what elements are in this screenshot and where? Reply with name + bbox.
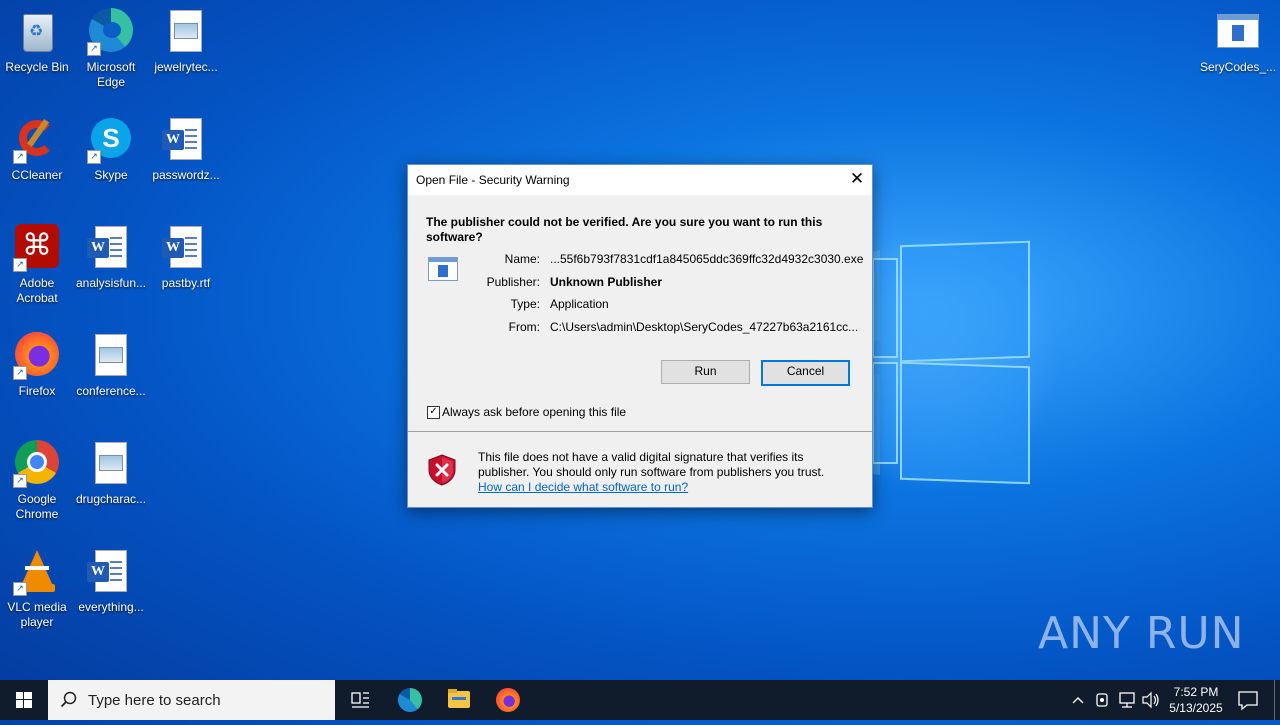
desktop-icon-label: jewelrytec... bbox=[154, 60, 218, 74]
desktop-icon-label: drugcharac... bbox=[75, 492, 147, 506]
file-explorer-icon[interactable] bbox=[435, 680, 483, 720]
word-doc-icon: W bbox=[87, 548, 135, 596]
firefox-taskbar-icon[interactable] bbox=[484, 680, 532, 720]
show-hidden-icons-chevron-icon[interactable] bbox=[1066, 680, 1090, 720]
word-doc-icon: W bbox=[162, 224, 210, 272]
task-view-icon[interactable] bbox=[336, 680, 384, 720]
windows-logo-icon bbox=[16, 692, 32, 708]
desktop-icon-label: SeryCodes_... bbox=[1200, 60, 1277, 74]
desktop-icon-label: CCleaner bbox=[11, 168, 63, 182]
word-doc-icon: W bbox=[87, 224, 135, 272]
word-doc-icon: W bbox=[162, 116, 210, 164]
desktop-icon-label: pastby.rtf bbox=[161, 276, 211, 290]
desktop-icon-ccleaner[interactable]: ↗ CCleaner bbox=[0, 116, 74, 183]
desktop-icon-google-chrome[interactable]: ↗ Google Chrome bbox=[0, 440, 74, 522]
from-value: C:\Users\admin\Desktop\SeryCodes_47227b6… bbox=[550, 320, 859, 334]
desktop-icon-label: Microsoft Edge bbox=[86, 60, 136, 89]
always-ask-label[interactable]: Always ask before opening this file bbox=[442, 405, 626, 419]
desktop-icon-label: Adobe Acrobat bbox=[16, 276, 58, 305]
shortcut-arrow-icon: ↗ bbox=[13, 150, 27, 164]
anyrun-watermark: ANY RUN bbox=[1038, 608, 1245, 659]
image-file-icon bbox=[162, 8, 210, 56]
type-label: Type: bbox=[510, 297, 540, 311]
desktop-icon-label: Google Chrome bbox=[15, 492, 59, 521]
edge-icon: ↗ bbox=[87, 8, 135, 56]
taskbar: Type here to search 7:52 PM 5/13/2025 bbox=[0, 680, 1280, 720]
vlc-icon: ↗ bbox=[13, 548, 61, 596]
warning-message: This file does not have a valid digital … bbox=[478, 450, 848, 495]
recycle-bin-icon: ♻ bbox=[13, 8, 61, 56]
desktop-icon-jewelrytec[interactable]: jewelrytec... bbox=[149, 8, 223, 75]
from-label: From: bbox=[508, 320, 540, 334]
start-button[interactable] bbox=[0, 680, 48, 720]
desktop-icon-passwordz[interactable]: W passwordz... bbox=[149, 116, 223, 183]
edge-taskbar-icon[interactable] bbox=[386, 680, 434, 720]
shortcut-arrow-icon: ↗ bbox=[13, 582, 27, 596]
firefox-icon: ↗ bbox=[13, 332, 61, 380]
desktop-icon-everything[interactable]: W everything... bbox=[74, 548, 148, 615]
type-value: Application bbox=[550, 297, 609, 311]
desktop-icon-serycodes[interactable]: SeryCodes_... bbox=[1200, 8, 1277, 75]
desktop-icon-microsoft-edge[interactable]: ↗ Microsoft Edge bbox=[74, 8, 148, 90]
desktop-icon-drugcharac[interactable]: drugcharac... bbox=[74, 440, 148, 507]
shortcut-arrow-icon: ↗ bbox=[13, 366, 27, 380]
search-icon bbox=[60, 691, 77, 708]
show-desktop-divider[interactable] bbox=[1274, 680, 1275, 720]
app-exe-icon bbox=[1213, 8, 1261, 56]
desktop-icon-firefox[interactable]: ↗ Firefox bbox=[0, 332, 74, 399]
desktop-icon-conference[interactable]: conference... bbox=[74, 332, 148, 399]
shortcut-arrow-icon: ↗ bbox=[87, 150, 101, 164]
publisher-label: Publisher: bbox=[486, 275, 540, 289]
image-file-icon bbox=[87, 332, 135, 380]
help-link[interactable]: How can I decide what software to run? bbox=[478, 480, 688, 494]
publisher-value: Unknown Publisher bbox=[550, 275, 663, 289]
shortcut-arrow-icon: ↗ bbox=[87, 42, 101, 56]
desktop-icon-skype[interactable]: S ↗ Skype bbox=[74, 116, 148, 183]
ccleaner-icon: ↗ bbox=[13, 116, 61, 164]
warning-panel: This file does not have a valid digital … bbox=[408, 432, 872, 507]
chrome-icon: ↗ bbox=[13, 440, 61, 488]
always-ask-checkbox[interactable]: ✓ bbox=[427, 406, 440, 419]
desktop-icon-label: conference... bbox=[76, 384, 146, 398]
image-file-icon bbox=[87, 440, 135, 488]
desktop-icon-adobe-acrobat[interactable]: ⌘ ↗ Adobe Acrobat bbox=[0, 224, 74, 306]
close-icon[interactable]: ✕ bbox=[842, 165, 872, 195]
clock-date: 5/13/2025 bbox=[1169, 701, 1223, 715]
shield-warning-icon bbox=[428, 454, 456, 486]
shortcut-arrow-icon: ↗ bbox=[13, 474, 27, 488]
volume-icon[interactable] bbox=[1140, 680, 1162, 720]
desktop-icon-pastby[interactable]: W pastby.rtf bbox=[149, 224, 223, 291]
desktop-icon-label: everything... bbox=[78, 600, 144, 614]
desktop-icon-label: analysisfun... bbox=[75, 276, 147, 290]
desktop-icon-label: VLC media player bbox=[7, 600, 67, 629]
warning-text: This file does not have a valid digital … bbox=[478, 450, 825, 479]
run-button[interactable]: Run bbox=[661, 360, 750, 384]
shortcut-arrow-icon: ↗ bbox=[13, 258, 27, 272]
name-label: Name: bbox=[504, 252, 540, 266]
dialog-title-bar: Open File - Security Warning ✕ bbox=[408, 165, 872, 195]
desktop-icon-label: passwordz... bbox=[152, 168, 220, 182]
desktop-icon-label: Skype bbox=[94, 168, 128, 182]
cancel-button[interactable]: Cancel bbox=[761, 360, 850, 386]
desktop-icon-recycle-bin[interactable]: ♻ Recycle Bin bbox=[0, 8, 74, 75]
application-icon bbox=[428, 257, 458, 281]
desktop-icon-label: Firefox bbox=[18, 384, 56, 398]
clock-time: 7:52 PM bbox=[1173, 685, 1219, 699]
desktop-icon-analysisfun[interactable]: W analysisfun... bbox=[74, 224, 148, 291]
acrobat-icon: ⌘ ↗ bbox=[13, 224, 61, 272]
skype-icon: S ↗ bbox=[87, 116, 135, 164]
taskbar-clock[interactable]: 7:52 PM 5/13/2025 bbox=[1160, 684, 1232, 716]
meet-now-icon[interactable] bbox=[1092, 680, 1114, 720]
search-placeholder: Type here to search bbox=[88, 692, 221, 709]
dialog-question: The publisher could not be verified. Are… bbox=[426, 215, 823, 244]
network-icon[interactable] bbox=[1116, 680, 1138, 720]
desktop-icon-label: Recycle Bin bbox=[5, 60, 69, 74]
name-value: ...55f6b793f7831cdf1a845065ddc369ffc32d4… bbox=[550, 252, 864, 266]
dialog-title: Open File - Security Warning bbox=[416, 173, 570, 187]
taskbar-search-box[interactable]: Type here to search bbox=[48, 680, 335, 720]
desktop-icon-vlc[interactable]: ↗ VLC media player bbox=[0, 548, 74, 630]
notifications-icon[interactable] bbox=[1232, 680, 1264, 720]
security-warning-dialog: Open File - Security Warning ✕ The publi… bbox=[407, 164, 873, 508]
